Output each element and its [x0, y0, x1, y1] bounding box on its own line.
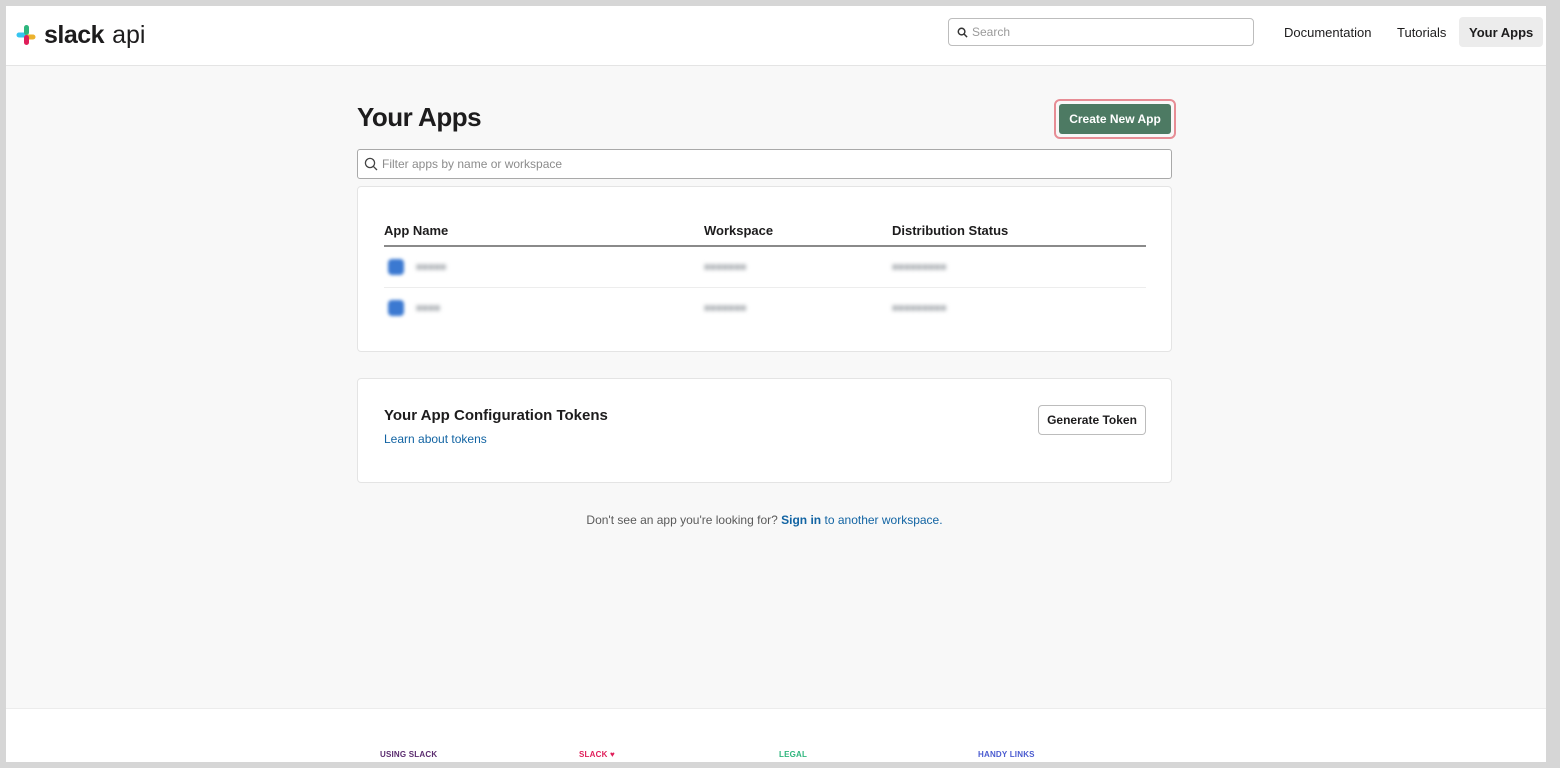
slack-api-logo[interactable]: slack api: [16, 20, 145, 50]
app-workspace: ■■■■■■■: [704, 261, 747, 273]
app-distribution-status: ■■■■■■■■■: [892, 302, 947, 314]
table-row[interactable]: ■■■■■ ■■■■■■■ ■■■■■■■■■: [384, 247, 1146, 288]
header-search-input[interactable]: [968, 24, 1244, 40]
footer-legal[interactable]: LEGAL: [779, 750, 807, 759]
footer-using-slack[interactable]: USING SLACK: [380, 750, 437, 759]
apps-table: App Name Workspace Distribution Status ■…: [384, 215, 1146, 328]
create-new-app-button[interactable]: Create New App: [1059, 104, 1171, 134]
config-tokens-title: Your App Configuration Tokens: [384, 407, 608, 424]
app-distribution-status: ■■■■■■■■■: [892, 261, 947, 273]
nav-documentation[interactable]: Documentation: [1274, 17, 1381, 47]
header-search[interactable]: [948, 18, 1254, 46]
sign-in-link[interactable]: Sign in: [781, 513, 821, 527]
app-workspace: ■■■■■■■: [704, 302, 747, 314]
apps-table-card: App Name Workspace Distribution Status ■…: [357, 186, 1172, 352]
slack-logo-icon: [16, 24, 38, 46]
logo-text: slack: [44, 20, 105, 49]
footer: USING SLACK SLACK ♥ LEGAL HANDY LINKS: [6, 708, 1546, 762]
search-icon: [957, 27, 968, 38]
to-text[interactable]: to: [824, 513, 834, 527]
footer-slack-love[interactable]: SLACK ♥: [579, 750, 615, 759]
app-icon: [388, 259, 404, 275]
footer-handy-links[interactable]: HANDY LINKS: [978, 750, 1035, 759]
column-header-app-name: App Name: [384, 222, 449, 238]
nav-your-apps[interactable]: Your Apps: [1459, 17, 1544, 47]
config-tokens-card: Your App Configuration Tokens Learn abou…: [357, 378, 1172, 483]
generate-token-button[interactable]: Generate Token: [1038, 405, 1146, 435]
column-header-distribution-status: Distribution Status: [892, 222, 1009, 238]
column-header-workspace: Workspace: [704, 222, 774, 238]
search-icon: [364, 157, 378, 171]
filter-apps[interactable]: [357, 149, 1172, 179]
another-workspace-link[interactable]: another workspace.: [838, 513, 943, 527]
table-header: App Name Workspace Distribution Status: [384, 215, 1146, 247]
logo-subtext: api: [112, 20, 146, 49]
nav-tutorials[interactable]: Tutorials: [1387, 17, 1456, 47]
top-header: slack api Documentation Tutorials Your A…: [6, 6, 1546, 66]
filter-apps-input[interactable]: [378, 156, 1164, 172]
page-title: Your Apps: [357, 102, 482, 132]
sign-in-hint: Don't see an app you're looking for? Sig…: [6, 513, 1523, 527]
app-name[interactable]: ■■■■■: [416, 262, 446, 273]
hint-text: Don't see an app you're looking for?: [586, 513, 778, 527]
create-new-app-highlight: Create New App: [1054, 99, 1176, 139]
learn-about-tokens-link[interactable]: Learn about tokens: [384, 432, 487, 446]
app-name[interactable]: ■■■■: [416, 303, 440, 314]
browser-viewport: slack api Documentation Tutorials Your A…: [6, 6, 1546, 762]
table-row[interactable]: ■■■■ ■■■■■■■ ■■■■■■■■■: [384, 288, 1146, 328]
app-icon: [388, 300, 404, 316]
